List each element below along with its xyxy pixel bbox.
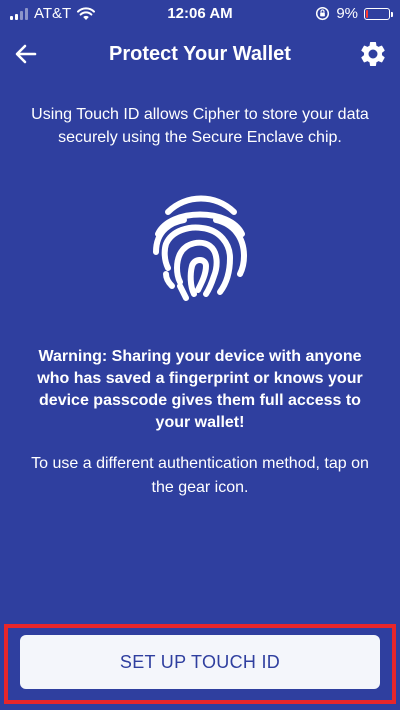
warning-text: Warning: Sharing your device with anyone… — [37, 348, 363, 431]
gear-icon — [361, 41, 385, 66]
page-title: Protect Your Wallet — [109, 43, 291, 65]
settings-button[interactable] — [358, 39, 388, 69]
status-bar: AT&T 12:06 AM 9% — [0, 0, 400, 28]
battery-percent: 9% — [336, 5, 358, 22]
status-right: 9% — [315, 5, 393, 22]
nav-bar: Protect Your Wallet — [0, 34, 400, 74]
intro-text: Using Touch ID allows Cipher to store yo… — [31, 106, 369, 146]
battery-level-fill — [366, 9, 368, 18]
alternative-method-text: To use a different authentication method… — [31, 455, 369, 496]
battery-icon — [364, 7, 393, 20]
orientation-lock-icon — [316, 6, 330, 21]
fingerprint-icon — [153, 195, 248, 301]
setup-touch-id-button[interactable]: SET UP TOUCH ID — [20, 635, 380, 689]
